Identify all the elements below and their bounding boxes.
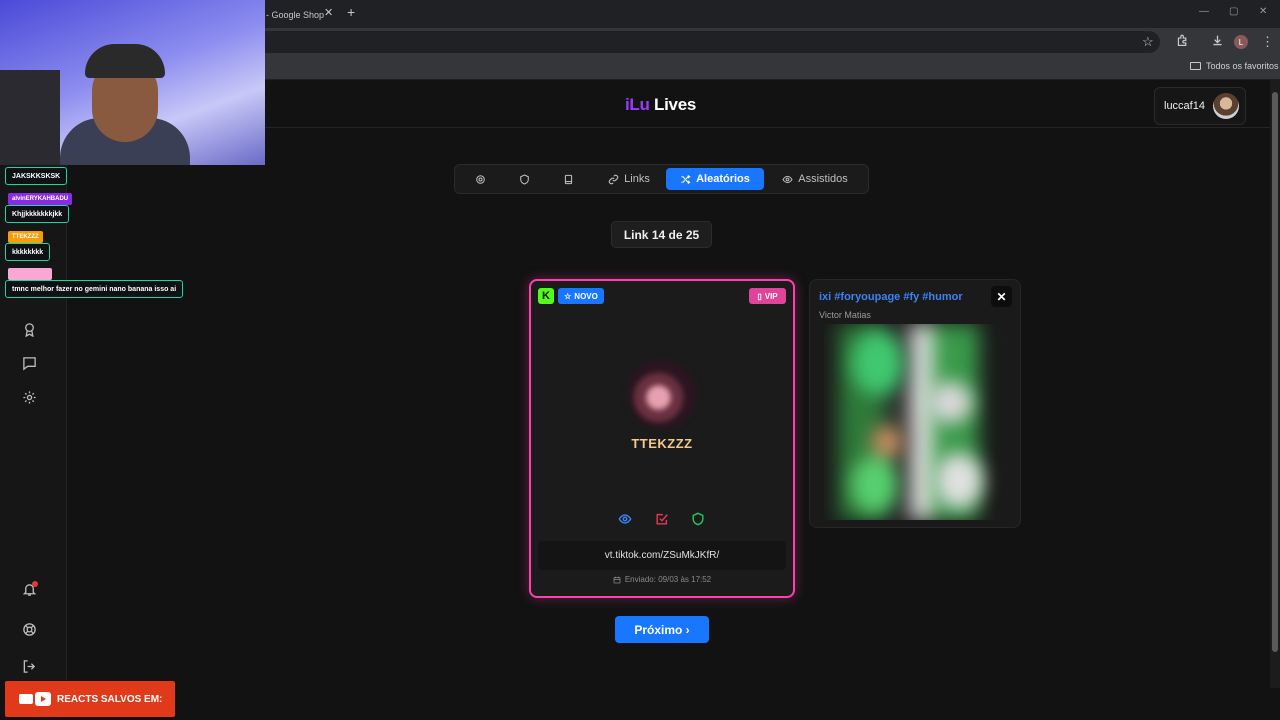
youtube-icon xyxy=(19,691,51,707)
user-avatar xyxy=(1212,93,1239,119)
profile-avatar[interactable]: L xyxy=(1234,35,1248,49)
tab-title: - Google Shop xyxy=(266,10,325,20)
webcam-person-cap xyxy=(85,44,165,78)
moderate-button[interactable] xyxy=(690,511,706,527)
sent-text: Enviado: 09/03 às 17:52 xyxy=(624,575,712,584)
shield-icon xyxy=(519,173,529,185)
logo-part-lives: Lives xyxy=(654,95,697,114)
site-logo[interactable]: iLu Lives xyxy=(625,95,696,115)
tab-aleatorios[interactable]: Aleatórios xyxy=(666,168,764,190)
tab-settings[interactable] xyxy=(468,168,492,190)
video-author: Victor Matias xyxy=(819,310,871,320)
tab-moderation[interactable] xyxy=(512,168,536,190)
all-bookmarks[interactable]: Todos os favoritos xyxy=(1190,61,1279,71)
gear-icon xyxy=(475,174,485,184)
watch-button[interactable] xyxy=(617,511,633,527)
thumbnail-blur-detail xyxy=(824,324,1004,520)
webcam-overlay xyxy=(0,0,265,165)
maximize-button[interactable]: ▢ xyxy=(1229,6,1238,17)
book-icon xyxy=(564,174,572,184)
submitter-avatar xyxy=(627,359,697,429)
tab-library[interactable] xyxy=(556,168,580,190)
download-icon[interactable] xyxy=(1211,34,1224,50)
submitter-name: TTEKZZZ xyxy=(631,436,693,451)
eye-icon xyxy=(782,175,793,183)
chat-username xyxy=(8,268,52,280)
folder-icon xyxy=(1190,62,1201,70)
kick-badge: K xyxy=(538,288,554,304)
novo-label: NOVO xyxy=(574,291,598,301)
close-window-button[interactable]: ✕ xyxy=(1259,6,1267,17)
tab-close-icon[interactable]: ✕ xyxy=(324,6,333,19)
bookmarks-label: Todos os favoritos xyxy=(1206,61,1279,71)
chat-text: Khjjkkkkkkkjkk xyxy=(12,210,63,218)
shuffle-icon xyxy=(681,174,691,184)
minimize-button[interactable]: — xyxy=(1199,6,1209,17)
tab-links-label: Links xyxy=(624,173,650,185)
vip-badge: ▯ VIP xyxy=(749,288,786,304)
chat-text: kkkkkkkk xyxy=(12,248,44,256)
promo-banner: REACTS SALVOS EM: xyxy=(5,681,175,717)
next-button[interactable]: Próximo › xyxy=(615,616,709,643)
novo-badge: ☆ NOVO xyxy=(558,288,604,304)
checkbox-icon xyxy=(656,513,668,525)
new-tab-button[interactable]: + xyxy=(347,4,355,20)
star-icon[interactable]: ☆ xyxy=(1142,34,1154,50)
mark-done-button[interactable] xyxy=(654,511,670,527)
tab-assistidos[interactable]: Assistidos xyxy=(774,168,856,190)
video-title[interactable]: ixi #foryoupage #fy #humor xyxy=(819,291,963,303)
menu-icon[interactable]: ⋮ xyxy=(1261,34,1274,50)
webcam-chair xyxy=(0,70,60,165)
user-menu[interactable]: luccaf14 xyxy=(1154,87,1246,125)
chat-text: tmnc melhor fazer no gemini nano banana … xyxy=(12,285,177,293)
promo-text: REACTS SALVOS EM: xyxy=(57,693,163,705)
link-icon xyxy=(608,174,619,184)
chat-text: JAKSKKSKSK xyxy=(12,172,61,180)
ticket-icon: ▯ xyxy=(757,291,762,301)
logo-part-ilu: iLu xyxy=(625,95,650,114)
help-icon[interactable] xyxy=(18,618,40,640)
video-thumbnail[interactable] xyxy=(824,324,1004,520)
tab-assistidos-label: Assistidos xyxy=(798,173,848,185)
eye-icon xyxy=(618,514,632,524)
extensions-icon[interactable] xyxy=(1176,34,1189,50)
logout-icon[interactable] xyxy=(18,655,40,677)
chat-message: JAKSKKSKSK xyxy=(5,167,68,185)
tab-links[interactable]: Links xyxy=(600,168,658,190)
chat-username: alvinERYKAHBADU xyxy=(8,193,73,205)
chat-icon[interactable] xyxy=(18,352,40,374)
vip-label: VIP xyxy=(764,291,778,301)
chat-message: tmnc melhor fazer no gemini nano banana … xyxy=(5,280,184,298)
settings-icon[interactable] xyxy=(18,386,40,408)
link-counter: Link 14 de 25 xyxy=(611,221,712,248)
notification-dot xyxy=(32,581,38,587)
username: luccaf14 xyxy=(1164,100,1205,112)
close-preview-button[interactable]: ✕ xyxy=(991,286,1012,307)
chat-message: kkkkkkkk xyxy=(5,243,51,261)
shield-icon xyxy=(692,512,704,526)
address-bar[interactable] xyxy=(240,31,1160,53)
tab-aleatorios-label: Aleatórios xyxy=(696,173,750,185)
calendar-icon xyxy=(613,576,621,583)
star-icon: ☆ xyxy=(564,291,572,301)
chat-message: Khjjkkkkkkkjkk xyxy=(5,205,70,223)
sent-timestamp: Enviado: 09/03 às 17:52 xyxy=(538,575,786,584)
scrollbar-thumb[interactable] xyxy=(1272,92,1278,652)
submission-link[interactable]: vt.tiktok.com/ZSuMkJKfR/ xyxy=(538,541,786,570)
award-icon[interactable] xyxy=(18,318,40,340)
chat-username: TTEKZZZ xyxy=(8,231,43,243)
